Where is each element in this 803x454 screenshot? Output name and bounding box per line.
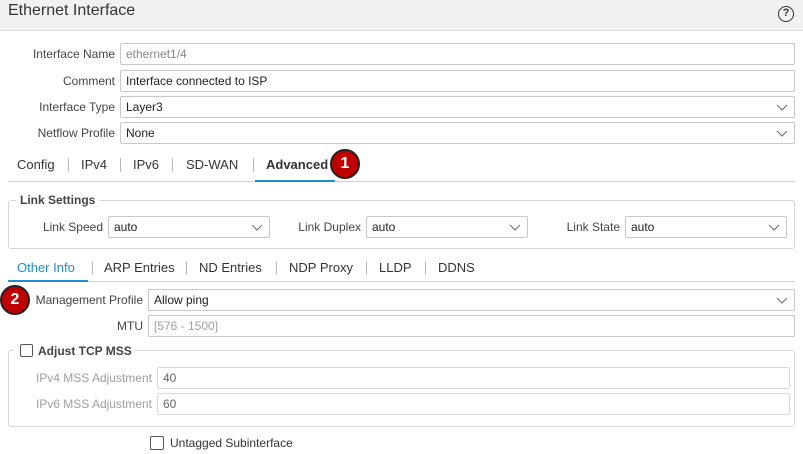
netflow-profile-select[interactable]: None — [120, 122, 795, 144]
comment-label: Comment — [62, 74, 115, 88]
interface-name-label: Interface Name — [32, 47, 115, 61]
management-profile-label: Management Profile — [35, 293, 143, 307]
chevron-down-icon — [776, 100, 788, 114]
dialog-title: Ethernet Interface — [8, 2, 136, 19]
tab-sd-wan[interactable]: SD-WAN — [186, 157, 238, 172]
subtab-nd-entries[interactable]: ND Entries — [199, 260, 262, 275]
ipv4-mss-label: IPv4 MSS Adjustment — [35, 371, 152, 385]
mtu-input[interactable]: [576 - 1500] — [148, 315, 795, 337]
adjust-tcp-mss-label: Adjust TCP MSS — [38, 344, 132, 358]
untagged-subinterface-label: Untagged Subinterface — [170, 436, 293, 450]
subtab-other-info-underline — [8, 280, 88, 282]
subtab-ndp-proxy[interactable]: NDP Proxy — [289, 260, 353, 275]
tab-ipv4[interactable]: IPv4 — [81, 157, 107, 172]
adjust-tcp-mss-checkbox[interactable] — [20, 344, 33, 357]
tab-separator — [120, 158, 121, 172]
tab-advanced[interactable]: Advanced — [266, 157, 328, 172]
subtab-ddns[interactable]: DDNS — [438, 260, 475, 275]
callout-badge-1: 1 — [330, 149, 360, 179]
interface-name-field[interactable]: ethernet1/4 — [120, 43, 795, 65]
subtab-arp-entries[interactable]: ARP Entries — [104, 260, 175, 275]
tabs-divider — [8, 181, 795, 182]
chevron-down-icon — [776, 293, 788, 307]
link-speed-select[interactable]: auto — [108, 216, 270, 238]
comment-field[interactable]: Interface connected to ISP — [120, 70, 795, 92]
link-state-value: auto — [631, 220, 655, 234]
chevron-down-icon — [251, 220, 263, 234]
callout-badge-2: 2 — [0, 285, 30, 315]
link-state-label: Link State — [566, 220, 620, 234]
tab-advanced-underline — [255, 180, 335, 182]
tab-separator — [366, 261, 367, 275]
netflow-profile-label: Netflow Profile — [37, 126, 115, 140]
ipv4-mss-input[interactable]: 40 — [157, 367, 790, 389]
chevron-down-icon — [768, 220, 780, 234]
link-duplex-label: Link Duplex — [298, 220, 361, 234]
tab-separator — [253, 158, 254, 172]
dialog-titlebar: Ethernet Interface ? — [0, 0, 803, 31]
link-state-select[interactable]: auto — [625, 216, 787, 238]
chevron-down-icon — [776, 126, 788, 140]
interface-type-label: Interface Type — [39, 100, 115, 114]
link-settings-legend: Link Settings — [16, 193, 100, 207]
tab-config[interactable]: Config — [17, 157, 55, 172]
mtu-label: MTU — [117, 319, 143, 333]
help-icon[interactable]: ? — [778, 6, 794, 22]
subtab-other-info[interactable]: Other Info — [17, 260, 75, 275]
link-duplex-select[interactable]: auto — [366, 216, 528, 238]
chevron-down-icon — [509, 220, 521, 234]
ipv6-mss-input[interactable]: 60 — [157, 393, 790, 415]
link-duplex-value: auto — [372, 220, 396, 234]
subtab-lldp[interactable]: LLDP — [379, 260, 412, 275]
link-speed-label: Link Speed — [42, 220, 103, 234]
management-profile-value: Allow ping — [154, 293, 209, 307]
interface-type-select[interactable]: Layer3 — [120, 96, 795, 118]
subtabs-divider — [8, 281, 795, 282]
interface-type-value: Layer3 — [126, 100, 163, 114]
tab-separator — [92, 261, 93, 275]
tab-separator — [276, 261, 277, 275]
link-speed-value: auto — [114, 220, 138, 234]
management-profile-select[interactable]: Allow ping — [148, 289, 795, 311]
netflow-profile-value: None — [126, 126, 155, 140]
tab-separator — [425, 261, 426, 275]
ipv6-mss-label: IPv6 MSS Adjustment — [35, 397, 152, 411]
untagged-subinterface-checkbox[interactable] — [150, 436, 164, 450]
tab-ipv6[interactable]: IPv6 — [133, 157, 159, 172]
tab-separator — [68, 158, 69, 172]
tab-separator — [172, 158, 173, 172]
tab-separator — [186, 261, 187, 275]
